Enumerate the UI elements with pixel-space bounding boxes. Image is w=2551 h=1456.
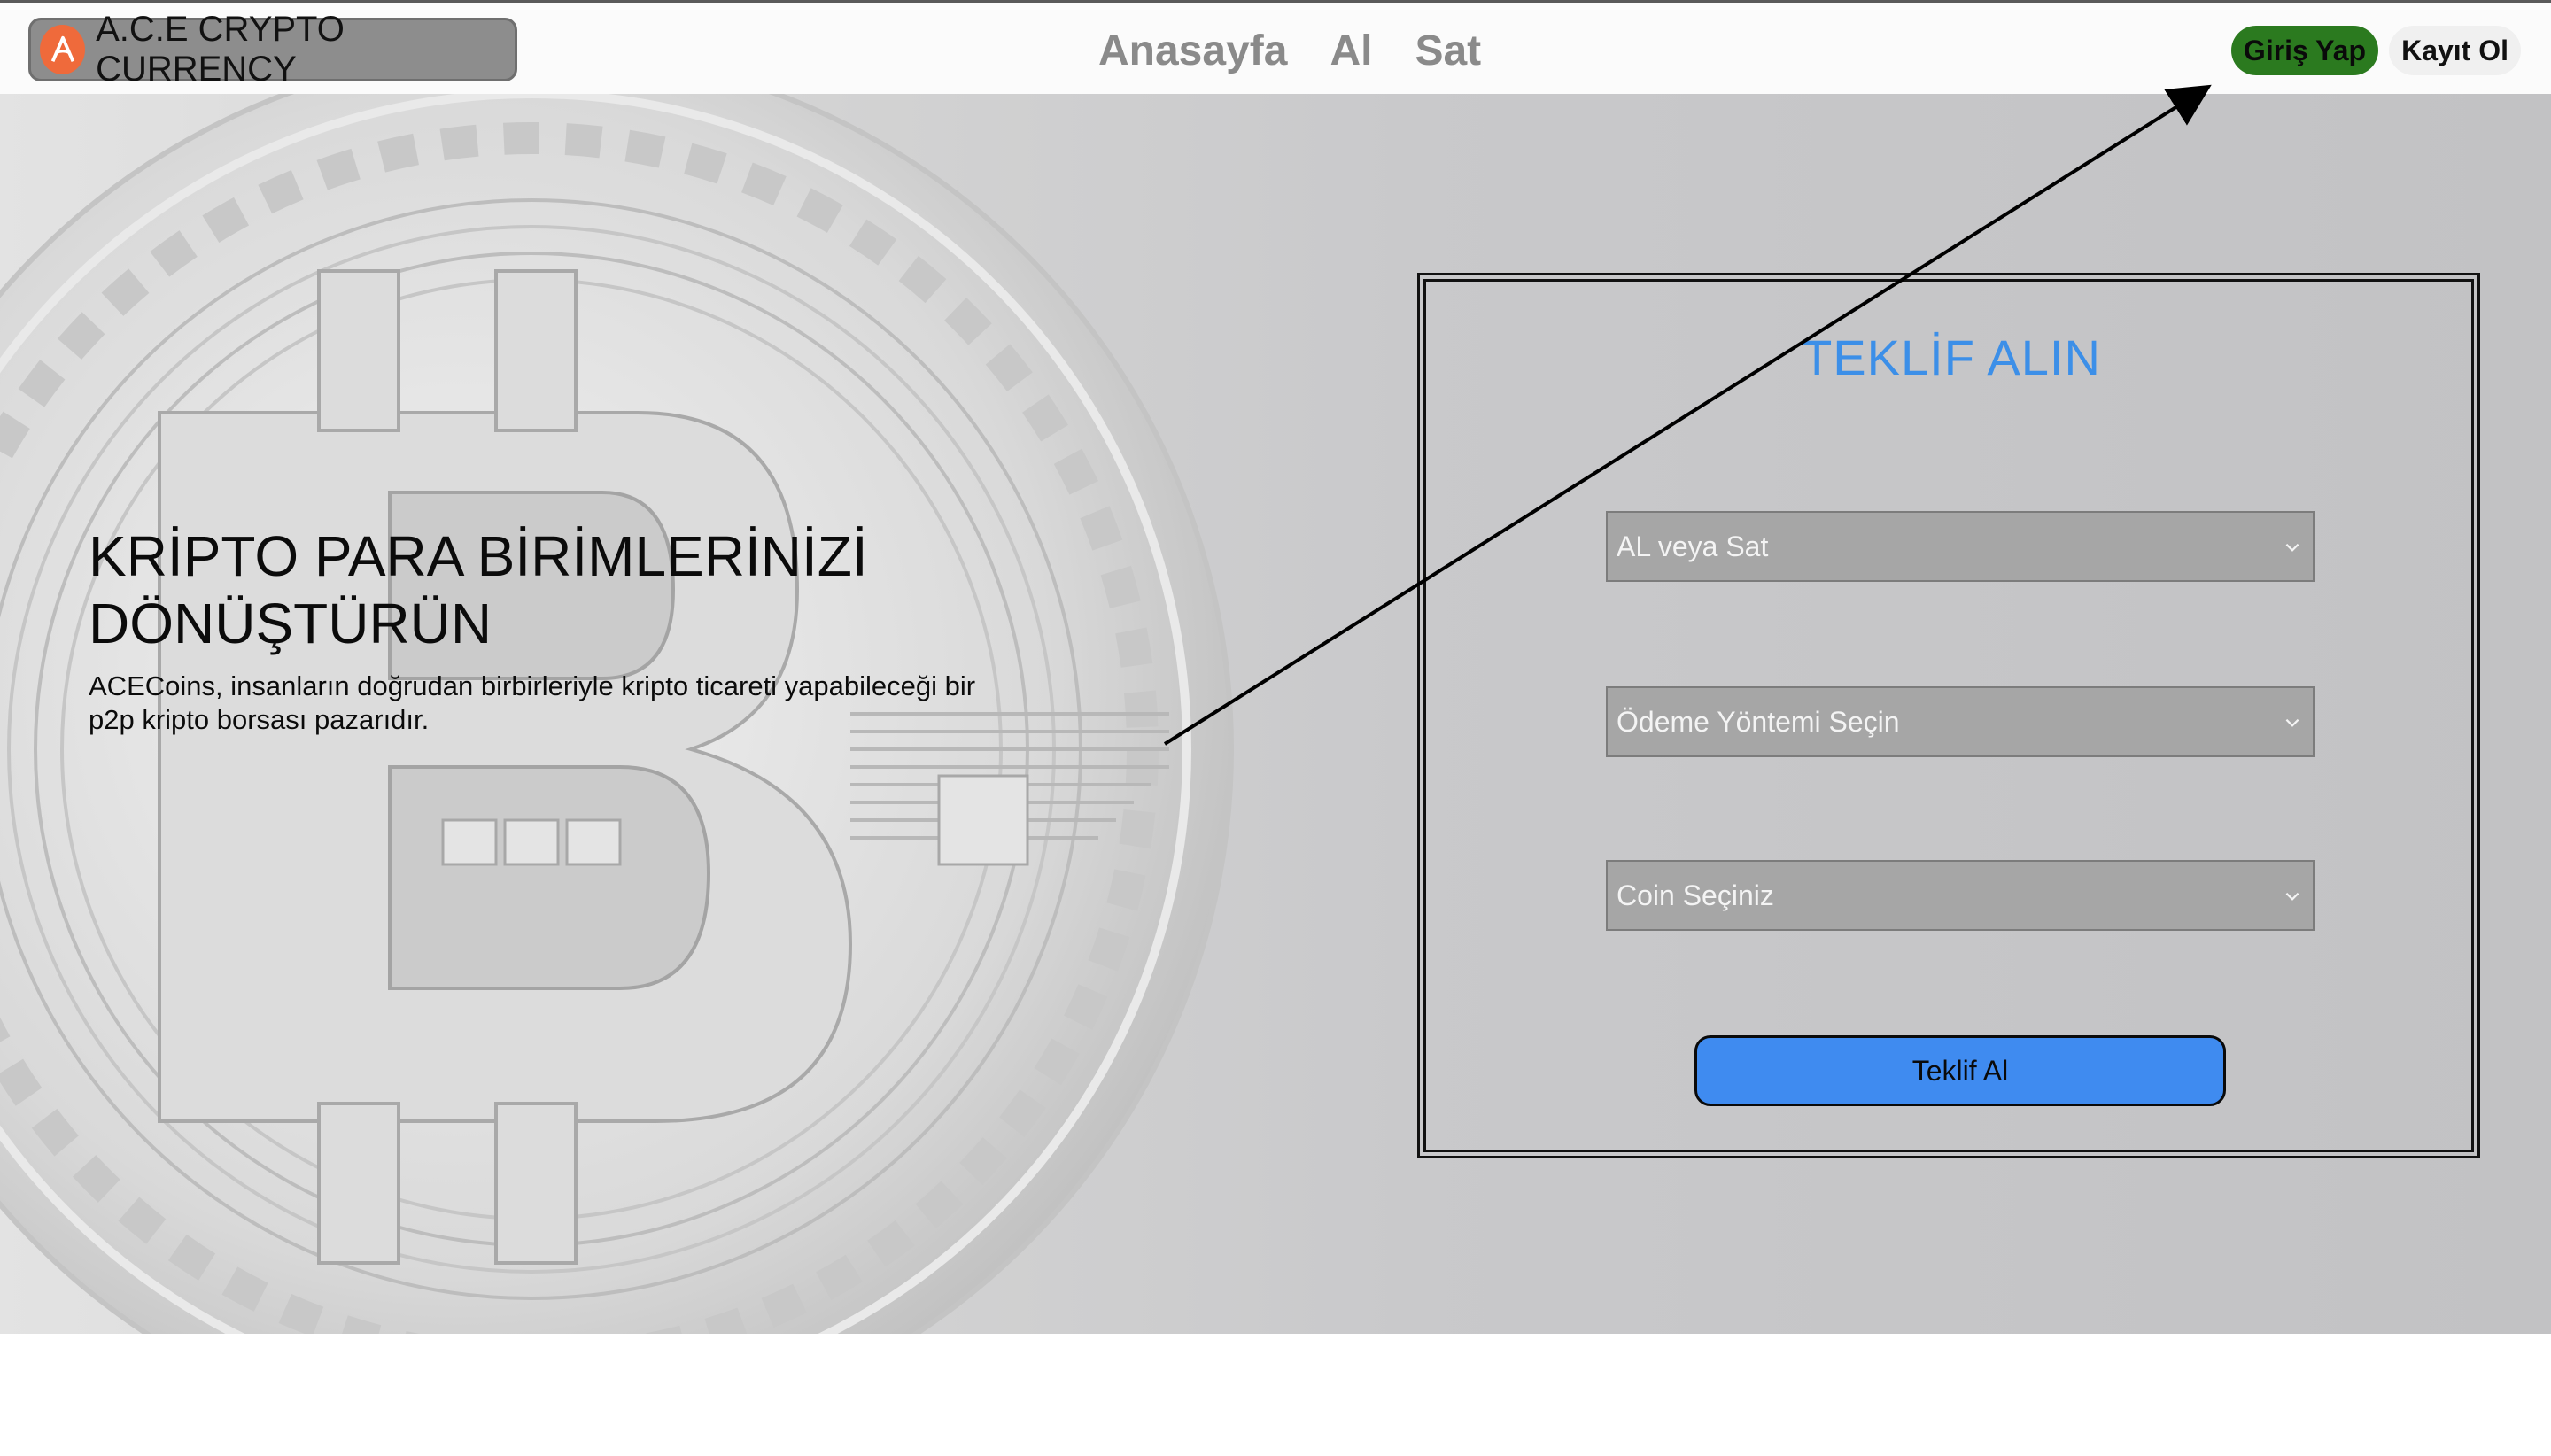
login-button[interactable]: Giriş Yap [2230, 26, 2379, 75]
register-button[interactable]: Kayıt Ol [2389, 26, 2521, 75]
form-title: TEKLİF ALIN [1802, 329, 2101, 385]
nav-link-anasayfa[interactable]: Anasayfa [1098, 27, 1287, 75]
get-quote-button[interactable]: Teklif Al [1694, 1035, 2226, 1106]
nav-link-al[interactable]: Al [1330, 27, 1372, 75]
hero-description: ACECoins, insanların doğrudan birbirleri… [89, 670, 976, 735]
payment-method-select[interactable]: Ödeme Yöntemi Seçin [1606, 686, 2315, 757]
chevron-down-icon [2285, 543, 2299, 552]
main-nav: Anasayfa Al Sat [1098, 22, 1481, 79]
buy-sell-select-value: AL veya Sat [1617, 530, 1769, 562]
navbar: A.C.E CRYPTO CURRENCY Anasayfa Al Sat Gi… [0, 0, 2551, 94]
brand-badge[interactable]: A.C.E CRYPTO CURRENCY [28, 10, 517, 89]
coin-select-value: Coin Seçiniz [1617, 879, 1774, 911]
payment-method-select-value: Ödeme Yöntemi Seçin [1617, 705, 1900, 738]
auth-buttons: Giriş Yap Kayıt Ol [2230, 26, 2521, 75]
chevron-down-icon [2285, 718, 2299, 727]
ace-logo-icon [40, 25, 86, 74]
chevron-down-icon [2285, 892, 2299, 901]
hero-section: KRİPTO PARA BİRİMLERİNİZİ DÖNÜŞTÜRÜN ACE… [0, 94, 2551, 1334]
coin-select[interactable]: Coin Seçiniz [1606, 860, 2315, 931]
brand-name: A.C.E CRYPTO CURRENCY [96, 10, 345, 89]
nav-link-sat[interactable]: Sat [1415, 27, 1481, 75]
hero-title: KRİPTO PARA BİRİMLERİNİZİ DÖNÜŞTÜRÜN [89, 524, 868, 655]
quote-form: TEKLİF ALIN AL veya Sat Ödeme Yöntemi Se… [1417, 273, 2480, 1158]
buy-sell-select[interactable]: AL veya Sat [1606, 511, 2315, 582]
